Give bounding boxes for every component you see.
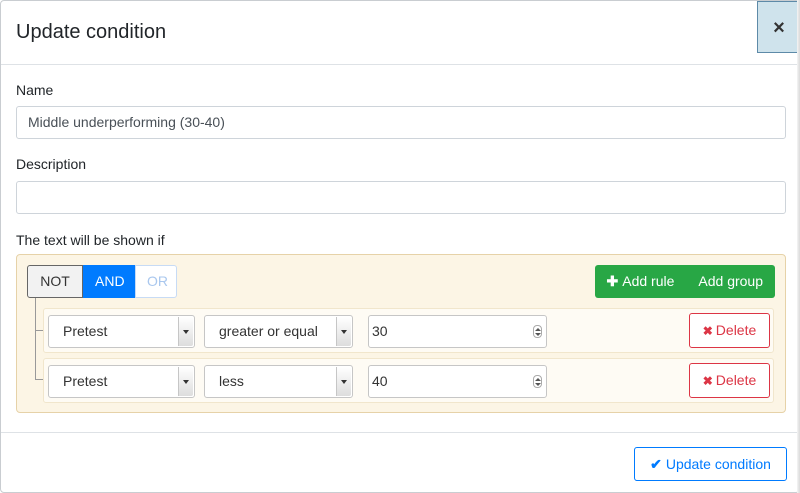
update-condition-button[interactable]: ✔ Update condition [634,447,787,481]
update-condition-modal: Update condition × Name Middle underperf… [0,0,800,493]
and-condition-button[interactable]: AND [83,265,135,298]
delete-rule-button[interactable]: ✖ Delete [689,363,770,398]
update-label: Update condition [665,456,771,472]
rule-operator-select[interactable]: greater or equal [204,315,353,348]
modal-title: Update condition [16,21,167,43]
description-input[interactable] [16,181,786,214]
close-icon: × [773,17,785,39]
rule-field-select[interactable]: Pretest [48,315,195,348]
modal-header: Update condition [1,1,799,65]
rule-operator-select[interactable]: less [204,365,353,398]
chevron-down-icon [336,317,351,346]
rule-row: Pretest less 40 ✖ Delete [43,358,774,403]
chevron-down-icon [178,317,193,346]
rule-row: Pretest greater or equal 30 ✖ Delete [43,308,774,353]
spinner-icon[interactable] [533,375,542,388]
spinner-icon[interactable] [533,325,542,338]
add-rule-label: Add rule [622,273,675,289]
modal-footer: ✔ Update condition [1,432,799,493]
delete-label: Delete [715,322,757,338]
chevron-down-icon [336,367,351,396]
rule-field-select[interactable]: Pretest [48,365,195,398]
chevron-down-icon [178,367,193,396]
rule-field-value: Pretest [63,323,108,339]
name-label: Name [16,82,54,98]
rule-value-input[interactable]: 40 [368,365,547,398]
query-builder-group: NOT AND OR ✚ Add rule Add group Pretest g… [16,254,786,413]
close-button[interactable]: × [757,1,800,53]
rule-operator-value: greater or equal [219,323,318,339]
name-input[interactable]: Middle underperforming (30-40) [16,106,786,139]
add-rule-button[interactable]: ✚ Add rule [595,265,687,298]
description-label: Description [16,156,87,172]
or-condition-button[interactable]: OR [135,265,177,298]
rule-value: 40 [372,373,388,389]
rule-value-input[interactable]: 30 [368,315,547,348]
check-icon: ✔ [650,456,662,472]
group-actions: ✚ Add rule Add group [594,265,775,298]
rule-value: 30 [372,323,388,339]
add-group-button[interactable]: Add group [686,265,775,298]
rule-operator-value: less [219,373,244,389]
delete-rule-button[interactable]: ✖ Delete [689,313,770,348]
rule-field-value: Pretest [63,373,108,389]
tree-connector [35,298,36,380]
times-icon: ✖ [702,324,713,338]
delete-label: Delete [715,372,757,388]
condition-label: The text will be shown if [16,232,165,248]
times-icon: ✖ [702,374,713,388]
plus-icon: ✚ [606,273,619,289]
condition-toggle-group: NOT AND OR [27,265,177,298]
not-toggle-button[interactable]: NOT [27,265,83,298]
